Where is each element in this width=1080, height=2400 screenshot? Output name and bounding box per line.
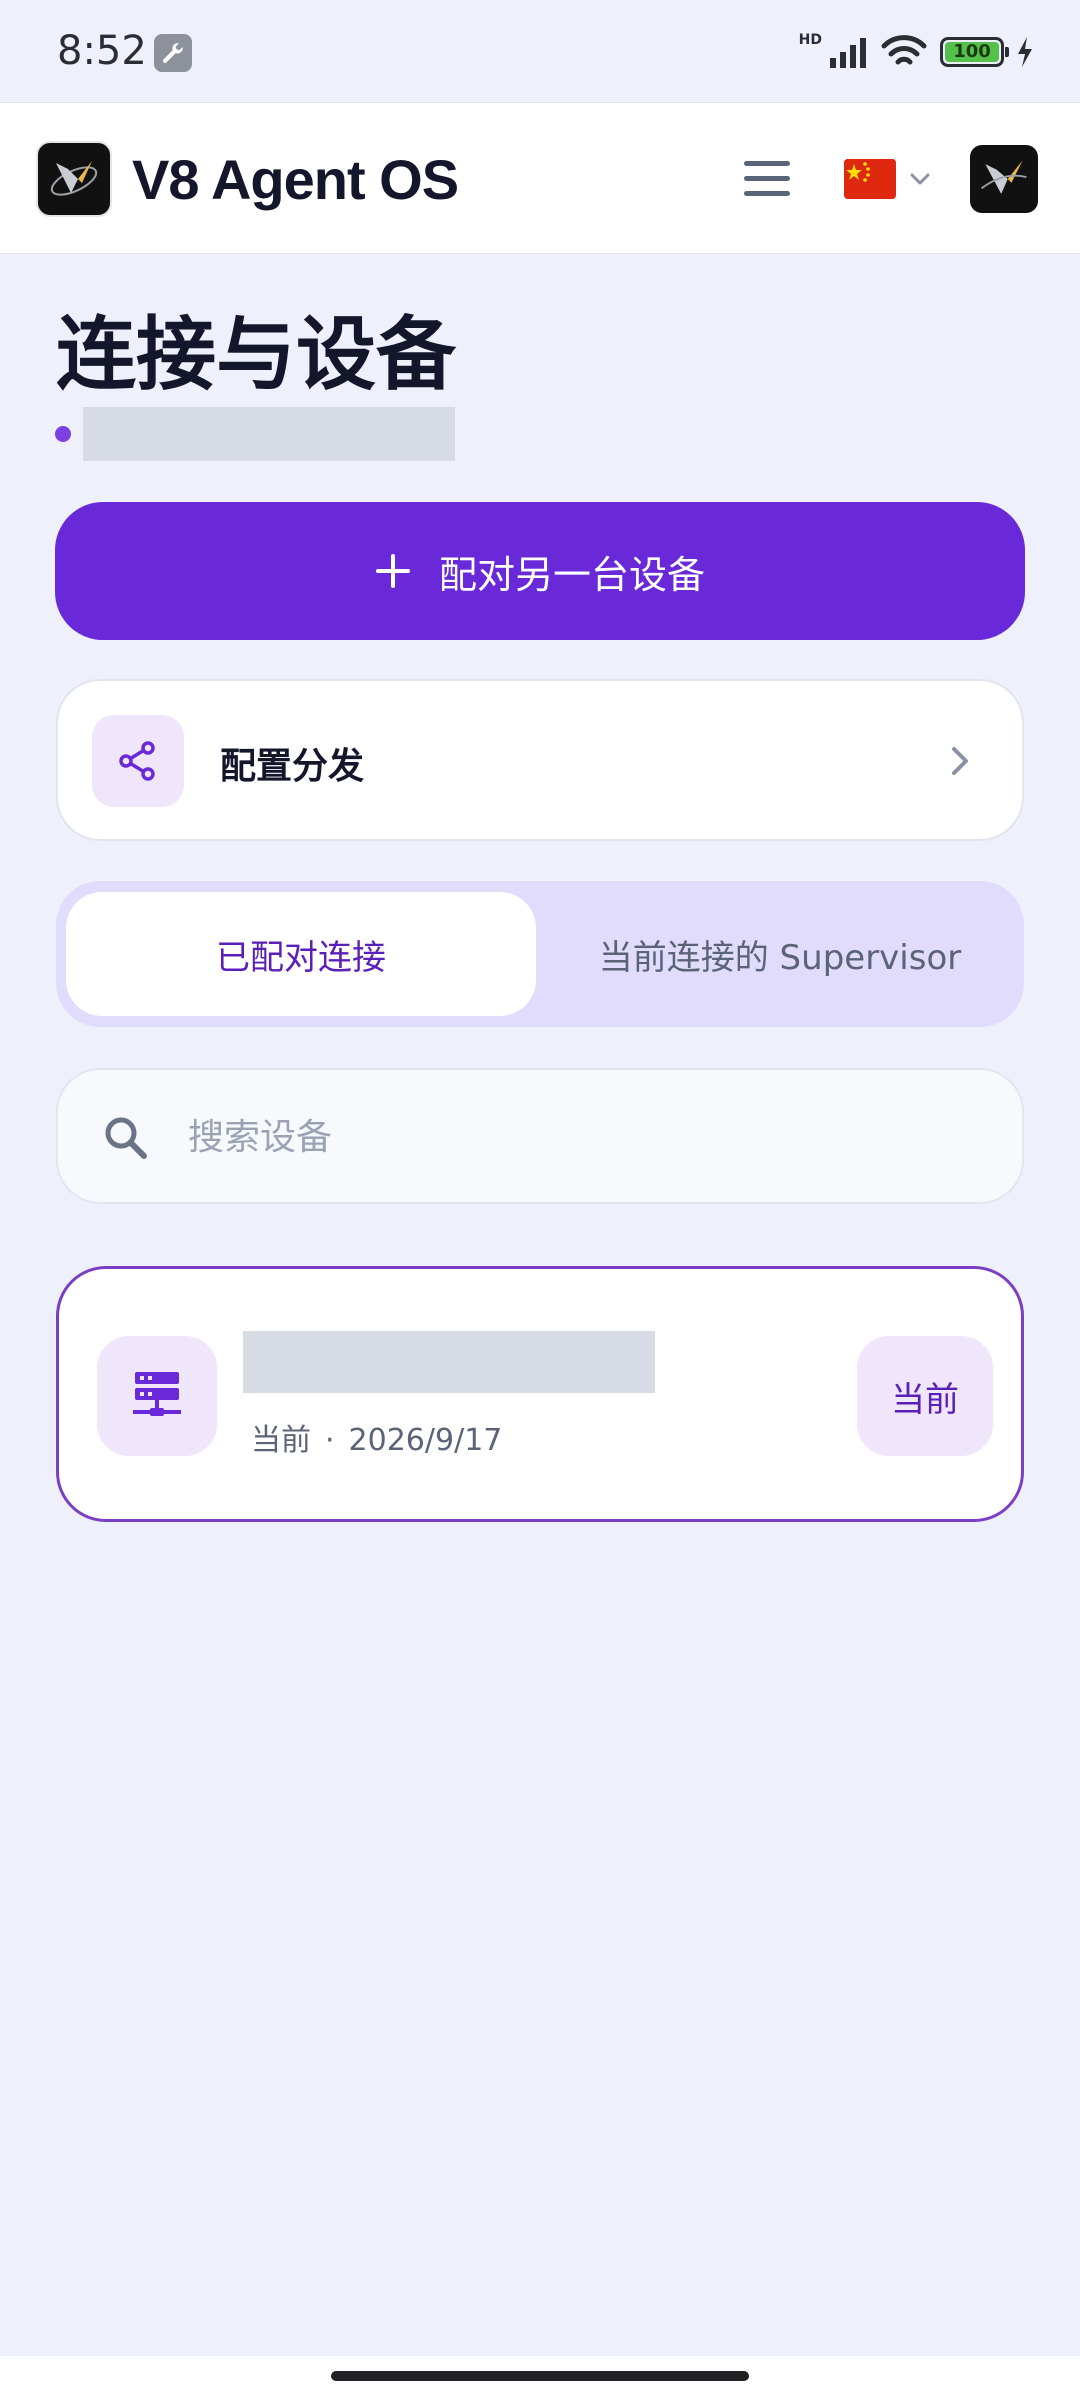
- app-title: V8 Agent OS: [132, 148, 459, 211]
- network-label: HD: [798, 32, 822, 48]
- search-bar: [56, 1068, 1024, 1204]
- menu-icon[interactable]: [744, 161, 790, 197]
- device-status: 当前: [251, 1423, 311, 1458]
- status-bar: 8:52 HD 100: [0, 0, 1080, 102]
- plus-icon: [375, 554, 410, 588]
- search-input[interactable]: [188, 1100, 988, 1174]
- device-meta: 当前 · 2026/9/17: [251, 1423, 503, 1458]
- redacted-status-text: [83, 407, 455, 461]
- app-logo[interactable]: [36, 141, 112, 217]
- avatar[interactable]: [970, 145, 1038, 213]
- pair-device-label: 配对另一台设备: [438, 552, 705, 597]
- charging-icon: [1018, 37, 1032, 67]
- status-time: 8:52: [57, 28, 147, 74]
- page-title: 连接与设备: [56, 308, 456, 401]
- battery-level: 100: [945, 42, 999, 62]
- config-distribution-label: 配置分发: [220, 746, 365, 787]
- battery-icon: 100: [940, 37, 1009, 67]
- connection-tabs: 已配对连接 当前连接的 Supervisor: [56, 881, 1024, 1027]
- redacted-device-name: [243, 1331, 655, 1393]
- chevron-right-icon: [952, 747, 968, 775]
- tab-paired-connections[interactable]: 已配对连接: [66, 892, 536, 1016]
- status-icons: HD 100: [799, 32, 1034, 72]
- share-icon: [92, 715, 184, 807]
- current-device-badge[interactable]: 当前: [857, 1336, 993, 1456]
- wifi-icon: [881, 35, 927, 65]
- china-flag-icon[interactable]: [844, 159, 896, 199]
- pair-device-button[interactable]: 配对另一台设备: [55, 502, 1025, 640]
- signal-icon: [830, 38, 866, 68]
- server-icon: [97, 1336, 217, 1456]
- config-distribution-card[interactable]: 配置分发: [56, 679, 1024, 841]
- chevron-down-icon[interactable]: [908, 169, 932, 189]
- device-date: 2026/9/17: [348, 1423, 503, 1458]
- home-indicator[interactable]: [331, 2371, 749, 2381]
- search-icon: [105, 1117, 147, 1159]
- wrench-icon: [154, 34, 192, 72]
- tab-current-supervisor[interactable]: 当前连接的 Supervisor: [546, 892, 1014, 1016]
- app-header: V8 Agent OS: [0, 102, 1080, 254]
- device-list-item[interactable]: 当前 · 2026/9/17 当前: [56, 1266, 1024, 1522]
- status-dot: [55, 426, 71, 442]
